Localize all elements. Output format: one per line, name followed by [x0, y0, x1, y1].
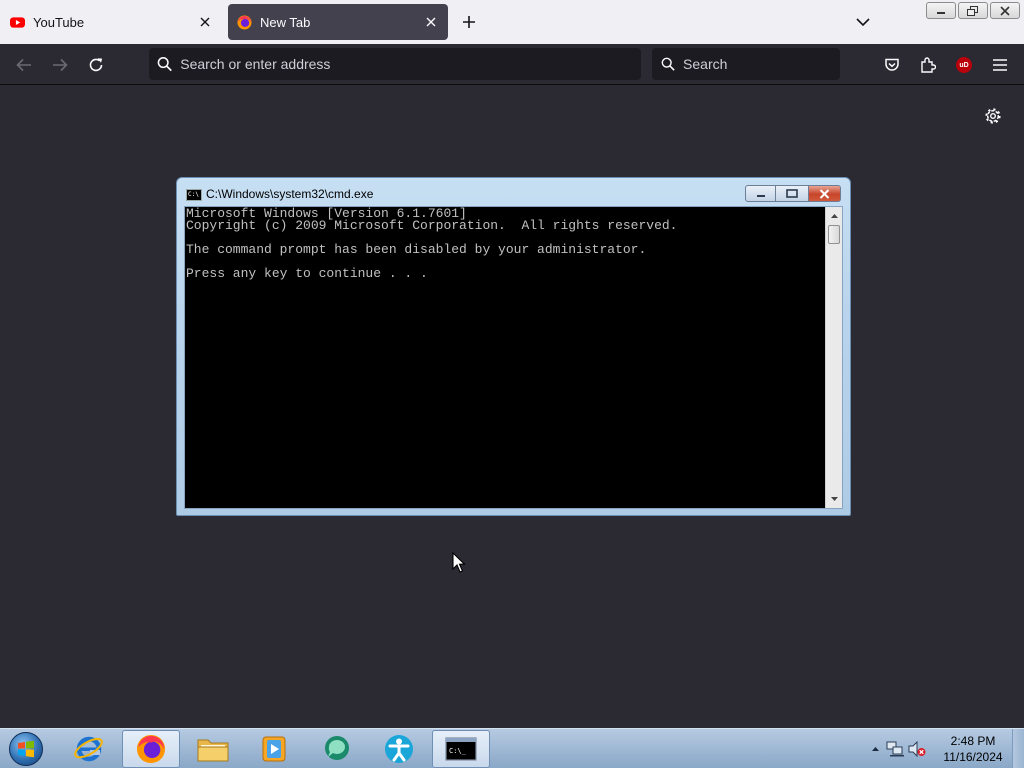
taskbar-file-explorer[interactable] [184, 730, 242, 768]
chat-app-icon [325, 736, 349, 760]
reload-button[interactable] [82, 51, 110, 79]
console-line: Press any key to continue . . . [186, 266, 428, 281]
command-prompt-icon: C:\_ [445, 737, 477, 761]
taskbar-media-player[interactable] [246, 730, 304, 768]
media-player-icon [262, 736, 286, 762]
back-button[interactable] [10, 51, 38, 79]
cmd-maximize-button[interactable] [776, 185, 809, 202]
youtube-icon [10, 16, 25, 28]
cmd-minimize-button[interactable] [745, 185, 776, 202]
cmd-window: C:\ C:\Windows\system32\cmd.exe Microsof… [176, 177, 851, 516]
restore-button[interactable] [958, 2, 988, 19]
taskbar-firefox[interactable] [122, 730, 180, 768]
start-button[interactable] [6, 731, 46, 767]
volume-button[interactable] [906, 738, 928, 760]
close-window-button[interactable] [990, 2, 1020, 19]
scroll-down-button[interactable] [826, 491, 842, 507]
triangle-down-icon [830, 497, 838, 501]
command-prompt-icon-text: C:\_ [449, 747, 467, 755]
scrollbar-thumb[interactable] [828, 225, 840, 244]
close-tab-button[interactable] [418, 9, 444, 35]
list-all-tabs-button[interactable] [852, 11, 874, 33]
arrow-right-icon [53, 58, 68, 72]
show-desktop-button[interactable] [1012, 729, 1024, 768]
search-icon [661, 57, 675, 71]
close-icon [426, 17, 436, 27]
file-explorer-icon [197, 739, 229, 762]
console-output[interactable]: Microsoft Windows [Version 6.1.7601] Copy… [184, 206, 843, 509]
search-input[interactable] [683, 56, 840, 72]
triangle-up-icon [871, 747, 879, 751]
restore-icon [967, 5, 978, 16]
close-icon [1000, 5, 1010, 16]
firefox-icon [136, 734, 166, 764]
cmd-window-title: C:\Windows\system32\cmd.exe [206, 187, 374, 201]
pocket-icon [885, 58, 899, 71]
console-line: Copyright (c) 2009 Microsoft Corporation… [186, 218, 678, 233]
chevron-down-icon [856, 18, 870, 27]
network-status-button[interactable] [884, 738, 906, 760]
console-text: Microsoft Windows [Version 6.1.7601] Copy… [186, 207, 824, 281]
accessibility-app-icon [385, 735, 413, 763]
customize-new-tab-button[interactable] [982, 105, 1004, 127]
firefox-icon [237, 14, 252, 30]
mouse-cursor-icon [452, 552, 466, 573]
system-tray [866, 729, 928, 768]
search-bar[interactable] [652, 48, 840, 80]
clock-date: 11/16/2024 [943, 750, 1003, 764]
close-icon [200, 17, 210, 27]
tab-label: New Tab [260, 14, 311, 30]
extensions-icon [921, 57, 936, 73]
plus-icon [463, 16, 475, 28]
navigation-toolbar: uD [0, 44, 1024, 85]
taskbar-command-prompt[interactable]: C:\_ [432, 730, 490, 768]
browser-window-controls [926, 2, 1020, 19]
tab-youtube[interactable]: YouTube [0, 4, 222, 40]
scroll-up-button[interactable] [826, 208, 842, 224]
tab-bar: YouTube New Tab [0, 0, 1024, 44]
triangle-up-icon [830, 214, 838, 218]
cmd-close-button[interactable] [809, 185, 841, 202]
new-tab-button[interactable] [458, 11, 480, 33]
taskbar-accessibility-app[interactable] [370, 730, 428, 768]
taskbar-internet-explorer[interactable] [60, 730, 118, 768]
minimize-icon [937, 11, 945, 14]
console-line: The command prompt has been disabled by … [186, 242, 647, 257]
close-icon [819, 188, 830, 199]
show-hidden-icons-button[interactable] [866, 739, 884, 759]
address-input[interactable] [180, 56, 641, 72]
cmd-window-icon: C:\ [186, 189, 202, 201]
clock-time: 2:48 PM [950, 734, 996, 748]
tab-label: YouTube [33, 14, 85, 30]
console-scrollbar[interactable] [825, 207, 842, 508]
menu-icon [993, 59, 1007, 71]
close-tab-button[interactable] [192, 9, 218, 35]
windows-logo-icon [9, 732, 43, 766]
gear-icon [985, 108, 1001, 124]
ublock-origin-button[interactable]: uD [950, 51, 978, 79]
network-icon [886, 741, 904, 757]
taskbar: C:\_ 2:48 PM 11/16/2024 [0, 728, 1024, 768]
extensions-button[interactable] [914, 51, 942, 79]
menu-button[interactable] [986, 51, 1014, 79]
maximize-icon [786, 189, 798, 198]
taskbar-clock[interactable]: 2:48 PM 11/16/2024 [938, 733, 1008, 765]
volume-muted-icon [908, 741, 926, 757]
internet-explorer-icon [74, 736, 103, 762]
taskbar-chat-app[interactable] [308, 730, 366, 768]
tab-new-tab[interactable]: New Tab [228, 4, 448, 40]
minimize-button[interactable] [926, 2, 956, 19]
cmd-window-controls [745, 185, 841, 202]
address-bar[interactable] [149, 48, 641, 80]
search-icon [157, 57, 172, 72]
minimize-icon [756, 194, 765, 197]
arrow-left-icon [16, 58, 31, 72]
forward-button[interactable] [46, 51, 74, 79]
reload-icon [89, 58, 103, 72]
ublock-origin-icon: uD [956, 57, 972, 73]
pocket-button[interactable] [878, 51, 906, 79]
